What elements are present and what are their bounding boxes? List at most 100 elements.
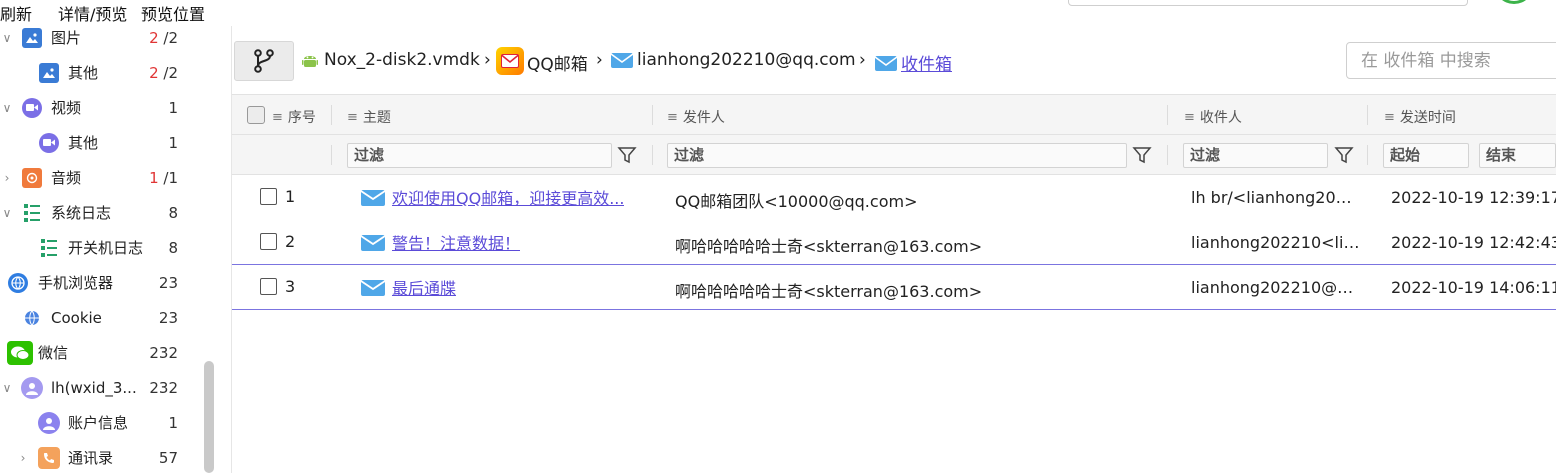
column-separator[interactable] xyxy=(331,105,332,125)
tree-item-count: 8 xyxy=(168,238,178,257)
column-menu-icon: ≡ xyxy=(1384,109,1395,125)
tree-item-label: 视频 xyxy=(51,99,82,117)
subject-link[interactable]: 最后通牒 xyxy=(392,275,456,299)
tree-item-contacts[interactable]: › 通讯录 57 xyxy=(0,440,200,473)
column-menu-icon: ≡ xyxy=(667,109,678,125)
tree-item-wechat[interactable]: 微信 232 xyxy=(0,335,200,370)
video-icon xyxy=(22,97,42,118)
tree-item-count: 232 xyxy=(149,343,178,362)
row-checkbox[interactable] xyxy=(260,233,277,250)
end-date-filter[interactable]: 结束 xyxy=(1479,143,1556,168)
breadcrumb-account[interactable]: lianhong202210@qq.com xyxy=(610,50,856,70)
row-receiver: lianhong202210@q... xyxy=(1191,278,1361,297)
tree-item-count: 1 xyxy=(168,98,178,117)
table-row[interactable]: 3 最后通牒 啊哈哈哈哈哈士奇<skterran@163.com> lianho… xyxy=(232,265,1556,310)
tree-item-label: 账户信息 xyxy=(68,414,129,432)
row-checkbox[interactable] xyxy=(260,278,277,295)
top-menu-bar: 刷新 详情/预览 预览位置 xyxy=(0,0,1556,26)
user-avatar-icon xyxy=(38,411,60,434)
mail-envelope-icon xyxy=(360,190,386,206)
tree-item-label: 开关机日志 xyxy=(68,239,144,257)
column-header-subject[interactable]: ≡ 主题 xyxy=(347,107,391,127)
sender-filter-input[interactable]: 过滤 xyxy=(667,143,1127,168)
table-row[interactable]: 1 欢迎使用QQ邮箱，迎接更高效... QQ邮箱团队<10000@qq.com>… xyxy=(232,175,1556,220)
filter-funnel-icon[interactable] xyxy=(616,144,638,166)
top-search-box[interactable] xyxy=(1068,0,1468,6)
filter-funnel-icon[interactable] xyxy=(1333,144,1355,166)
chevron-down-icon[interactable]: ∨ xyxy=(0,31,14,45)
row-subject: 最后通牒 xyxy=(360,275,650,299)
breadcrumb-separator: › xyxy=(596,50,603,70)
column-header-sender[interactable]: ≡ 发件人 xyxy=(667,107,725,127)
row-receiver: lianhong202210<lia... xyxy=(1191,233,1361,252)
mail-envelope-icon xyxy=(610,53,634,68)
subject-link[interactable]: 警告！注意数据！ xyxy=(392,230,520,254)
select-all-checkbox[interactable] xyxy=(247,106,265,124)
row-subject: 欢迎使用QQ邮箱，迎接更高效... xyxy=(360,185,650,209)
tree-item-pictures-other[interactable]: 其他 2 /2 xyxy=(0,55,200,90)
tree-item-count: 57 xyxy=(158,448,178,467)
row-checkbox[interactable] xyxy=(260,188,277,205)
breadcrumb-app[interactable]: QQ邮箱 xyxy=(496,47,588,75)
row-index: 1 xyxy=(260,187,295,206)
branch-toggle-button[interactable] xyxy=(234,41,294,81)
tree-item-mobile-browser[interactable]: 手机浏览器 23 xyxy=(0,265,200,300)
tree-item-label: Cookie xyxy=(51,308,102,327)
phone-icon xyxy=(38,446,60,469)
column-separator[interactable] xyxy=(1167,105,1168,125)
folder-search-box[interactable] xyxy=(1346,42,1556,79)
table-filter-row: 过滤 过滤 过滤 起始 结束 xyxy=(232,135,1556,175)
filter-funnel-icon[interactable] xyxy=(1131,144,1153,166)
tree-item-count: 2 /2 xyxy=(149,28,178,47)
android-icon xyxy=(302,56,318,67)
mail-envelope-icon xyxy=(874,55,898,71)
tree-item-videos-other[interactable]: 其他 1 xyxy=(0,125,200,160)
tree-item-label: 通讯录 xyxy=(68,449,114,467)
column-separator[interactable] xyxy=(652,105,653,125)
sidebar-tree: ∨ 图片 2 /2 其他 2 /2 ∨ 视频 1 其他 1 › 音频 1 /1 … xyxy=(0,26,218,473)
log-list-icon xyxy=(39,238,59,258)
tree-item-label: 图片 xyxy=(51,29,82,47)
row-index: 3 xyxy=(260,277,295,296)
tree-item-power-log[interactable]: 开关机日志 8 xyxy=(0,230,200,265)
breadcrumb-folder[interactable]: 收件箱 xyxy=(874,50,952,75)
tree-item-pictures[interactable]: ∨ 图片 2 /2 xyxy=(0,20,200,55)
row-time: 2022-10-19 12:42:43 xyxy=(1391,233,1556,252)
tree-item-cookie[interactable]: Cookie 23 xyxy=(0,300,200,335)
mail-envelope-icon xyxy=(360,235,386,251)
column-header-index[interactable]: ≡ 序号 xyxy=(272,107,316,127)
folder-search-input[interactable] xyxy=(1347,43,1556,78)
chevron-right-icon[interactable]: › xyxy=(16,451,30,465)
chevron-down-icon[interactable]: ∨ xyxy=(0,206,14,220)
tree-item-wechat-account[interactable]: ∨ lh(wxid_3... 232 xyxy=(0,370,200,405)
qq-mail-icon xyxy=(496,47,524,75)
tree-item-audio[interactable]: › 音频 1 /1 xyxy=(0,160,200,195)
subject-filter-input[interactable]: 过滤 xyxy=(347,143,612,168)
receiver-filter-input[interactable]: 过滤 xyxy=(1183,143,1328,168)
table-row[interactable]: 2 警告！注意数据！ 啊哈哈哈哈哈士奇<skterran@163.com> li… xyxy=(232,220,1556,265)
tree-item-system-log[interactable]: ∨ 系统日志 8 xyxy=(0,195,200,230)
column-header-receiver[interactable]: ≡ 收件人 xyxy=(1184,107,1242,127)
tree-item-videos[interactable]: ∨ 视频 1 xyxy=(0,90,200,125)
row-sender: QQ邮箱团队<10000@qq.com> xyxy=(675,192,918,211)
image-icon xyxy=(39,62,59,83)
chevron-right-icon[interactable]: › xyxy=(0,171,14,185)
column-menu-icon: ≡ xyxy=(347,109,358,125)
sidebar-scrollbar[interactable] xyxy=(204,361,214,473)
subject-link[interactable]: 欢迎使用QQ邮箱，迎接更高效... xyxy=(392,185,624,209)
browser-globe-icon xyxy=(8,272,28,293)
breadcrumb-disk[interactable]: Nox_2-disk2.vmdk xyxy=(302,50,480,70)
column-separator xyxy=(652,145,653,165)
chevron-down-icon[interactable]: ∨ xyxy=(0,381,14,395)
column-header-time[interactable]: ≡ 发送时间 xyxy=(1384,107,1456,127)
status-circle-icon xyxy=(1494,0,1534,4)
video-icon xyxy=(39,132,59,153)
row-subject: 警告！注意数据！ xyxy=(360,230,650,254)
column-separator[interactable] xyxy=(1367,105,1368,125)
chevron-down-icon[interactable]: ∨ xyxy=(0,101,14,115)
start-date-filter[interactable]: 起始 xyxy=(1383,143,1469,168)
mail-table: ≡ 序号 ≡ 主题 ≡ 发件人 ≡ 收件人 ≡ 发送时间 过滤 过滤 过滤 起始 结束 1… xyxy=(232,94,1556,473)
tree-item-account-info[interactable]: 账户信息 1 xyxy=(0,405,200,440)
mail-envelope-icon xyxy=(360,280,386,296)
row-sender: 啊哈哈哈哈哈士奇<skterran@163.com> xyxy=(675,282,983,301)
